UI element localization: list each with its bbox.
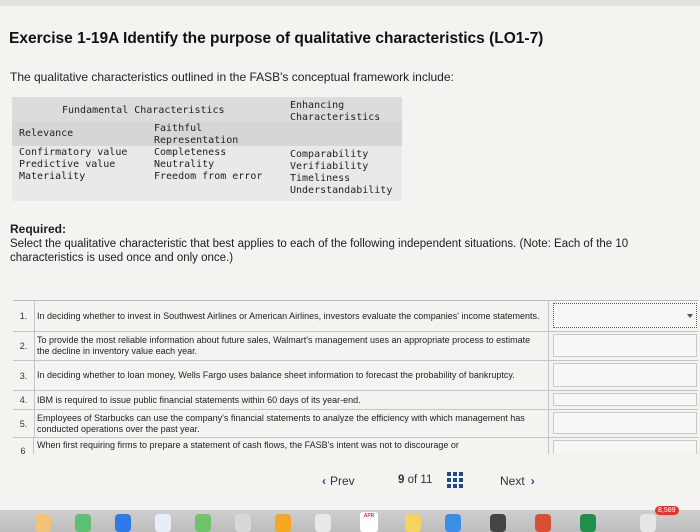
relevance-item: Confirmatory value: [19, 147, 128, 158]
chevron-down-icon: [687, 313, 693, 318]
mailbox-app-icon[interactable]: [640, 514, 656, 532]
enhancing-item: Understandability: [290, 185, 393, 196]
situation-text: When first requiring firms to prepare a …: [37, 438, 549, 454]
dock: [0, 510, 700, 532]
page-top-rule: [0, 0, 700, 6]
row-number: 5.: [13, 410, 35, 437]
excel-app-icon[interactable]: [580, 514, 596, 532]
notification-badge: 8,589: [655, 506, 679, 515]
enhancing-item: Timeliness: [290, 173, 351, 184]
current-page: 9: [398, 474, 405, 486]
enhancing-item: Verifiability: [290, 161, 369, 172]
next-button[interactable]: Next ›: [500, 474, 535, 488]
relevance-item: Materiality: [19, 171, 86, 182]
page-position: 9 of 11: [398, 474, 432, 486]
relevance-item: Predictive value: [19, 159, 116, 170]
characteristics-table: Fundamental Characteristics Enhancing Ch…: [12, 97, 402, 201]
prev-button[interactable]: ‹ Prev: [322, 474, 355, 488]
faithful-label-line2: Representation: [154, 135, 239, 146]
chevron-right-icon: ›: [530, 474, 535, 488]
settings-app-icon[interactable]: [490, 514, 506, 532]
required-instructions: Select the qualitative characteristic th…: [10, 238, 629, 264]
situation-text: In deciding whether to loan money, Wells…: [37, 361, 549, 390]
answer-dropdown[interactable]: [553, 393, 697, 406]
page-title: Exercise 1-19A Identify the purpose of q…: [9, 30, 544, 47]
situation-text: Employees of Starbucks can use the compa…: [37, 410, 549, 437]
enhancing-header-line2: Characteristics: [290, 112, 381, 123]
intro-text: The qualitative characteristics outlined…: [10, 70, 454, 84]
notes-app-icon[interactable]: [35, 514, 51, 532]
table-row: 5. Employees of Starbucks can use the co…: [13, 410, 698, 438]
messages-app-icon[interactable]: [75, 514, 91, 532]
question-grid-icon[interactable]: [447, 472, 463, 488]
relevance-label: Relevance: [19, 128, 74, 139]
row-number: 2.: [13, 332, 35, 360]
answer-dropdown[interactable]: [553, 334, 697, 357]
situation-text: IBM is required to issue public financia…: [37, 391, 549, 409]
safari-app-icon[interactable]: [115, 514, 131, 532]
row-number: 6: [13, 438, 34, 454]
total-pages: 11: [420, 474, 433, 486]
answer-dropdown[interactable]: [553, 303, 697, 328]
situations-table: 1. In deciding whether to invest in Sout…: [13, 300, 698, 454]
mail-app-icon[interactable]: [155, 514, 171, 532]
situation-text: In deciding whether to invest in Southwe…: [37, 301, 549, 331]
enhancing-header-line1: Enhancing: [290, 100, 345, 111]
table-row: 1. In deciding whether to invest in Sout…: [13, 301, 698, 332]
next-label: Next: [500, 474, 525, 488]
faithful-item: Completeness: [154, 147, 227, 158]
fundamental-header: Fundamental Characteristics: [62, 105, 225, 116]
table-row: 3. In deciding whether to loan money, We…: [13, 361, 698, 391]
powerpoint-app-icon[interactable]: [535, 514, 551, 532]
faithful-item: Neutrality: [154, 159, 215, 170]
answer-dropdown[interactable]: [553, 412, 697, 434]
enhancing-item: Comparability: [290, 149, 369, 160]
reminders-app-icon[interactable]: [315, 514, 331, 532]
prev-label: Prev: [330, 474, 355, 488]
of-label: of: [407, 474, 418, 486]
faithful-label-line1: Faithful: [154, 123, 203, 134]
answer-dropdown[interactable]: [553, 363, 697, 387]
calendar-app-icon[interactable]: APR: [360, 512, 378, 532]
required-heading: Required:: [10, 222, 67, 236]
situation-text: To provide the most reliable information…: [37, 332, 549, 360]
pagination: ‹ Prev 9 of 11 Next ›: [0, 466, 700, 496]
table-row: 6 When first requiring firms to prepare …: [13, 438, 698, 454]
photos-app-icon[interactable]: [275, 514, 291, 532]
facetime-app-icon[interactable]: [195, 514, 211, 532]
row-number: 3.: [13, 361, 35, 390]
table-row: 4. IBM is required to issue public finan…: [13, 391, 698, 410]
appstore-app-icon[interactable]: [445, 514, 461, 532]
row-number: 4.: [13, 391, 35, 409]
contacts-app-icon[interactable]: [235, 514, 251, 532]
stickies-app-icon[interactable]: [405, 514, 421, 532]
chevron-left-icon: ‹: [322, 474, 326, 488]
answer-dropdown[interactable]: [553, 440, 697, 454]
calendar-month: APR: [363, 513, 375, 519]
row-number: 1.: [13, 301, 35, 331]
table-row: 2. To provide the most reliable informat…: [13, 332, 698, 361]
faithful-item: Freedom from error: [154, 171, 263, 182]
